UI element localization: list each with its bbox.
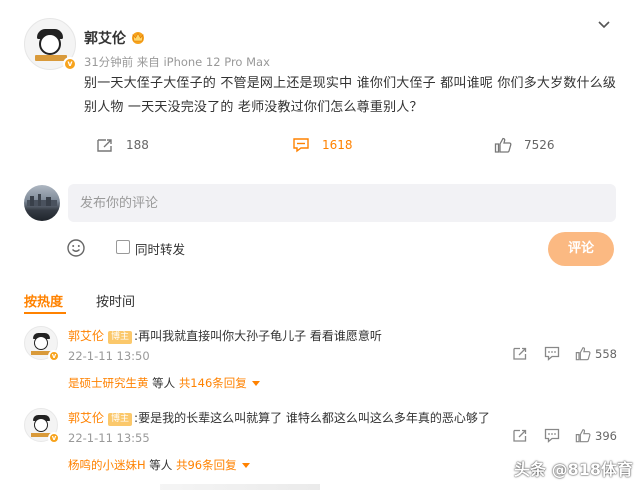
verified-badge-icon: v — [63, 57, 77, 71]
comment-like-count: 558 — [595, 346, 617, 361]
reply-total[interactable]: 共146条回复 — [179, 376, 247, 390]
active-tab-indicator — [24, 312, 66, 314]
post-text: 别一天大侄子大侄子的 不管是网上还是现实中 谁你们大侄子 都叫谁呢 你们多大岁数… — [84, 76, 617, 115]
comment-actions: 396 — [512, 428, 617, 443]
watermark: 头条 @818体育 — [514, 460, 633, 479]
comment-icon[interactable] — [544, 428, 560, 443]
reply-user[interactable]: 是硕士研究生黄 — [68, 376, 149, 390]
comment-avatar[interactable]: v — [24, 408, 60, 444]
comment-count: 1618 — [322, 138, 353, 152]
expand-caret-icon[interactable] — [241, 463, 250, 468]
chevron-down-icon[interactable] — [596, 16, 612, 32]
reply-user[interactable]: 杨鸣的小迷妹H — [68, 458, 146, 472]
like-count: 7526 — [524, 138, 555, 152]
thumbs-up-icon[interactable] — [575, 346, 591, 361]
like-button[interactable]: 7526 — [494, 134, 555, 156]
comment-button[interactable]: 1618 — [292, 134, 353, 156]
repost-count: 188 — [126, 138, 149, 152]
comment-icon — [293, 138, 309, 153]
thumbs-up-icon[interactable] — [575, 428, 591, 443]
tab-sort-time[interactable]: 按时间 — [96, 291, 135, 310]
repost-checkbox[interactable] — [116, 240, 130, 254]
vip-crown-icon — [132, 32, 144, 44]
comment-input[interactable] — [68, 184, 616, 222]
comment-icon[interactable] — [544, 346, 560, 361]
repost-button[interactable]: 188 — [96, 134, 149, 156]
tab-sort-hot[interactable]: 按热度 — [24, 291, 63, 310]
repost-checkbox-label[interactable]: 同时转发 — [135, 239, 185, 258]
post-meta: 31分钟前 来自 iPhone 12 Pro Max — [84, 55, 270, 69]
reply-mid-text: 等人 — [145, 458, 176, 472]
blogger-tag: 博主 — [108, 331, 133, 344]
comment-like-count: 396 — [595, 428, 617, 443]
submit-comment-button[interactable]: 评论 — [548, 232, 614, 266]
expand-caret-icon[interactable] — [251, 381, 260, 386]
post-author-name[interactable]: 郭艾伦 — [84, 28, 126, 48]
thumbs-up-icon — [494, 137, 512, 153]
current-user-avatar[interactable] — [24, 185, 60, 221]
comment-author[interactable]: 郭艾伦 — [68, 329, 104, 343]
reply-total[interactable]: 共96条回复 — [176, 458, 237, 472]
comment-text: :再叫我就直接叫你大孙子龟儿子 看看谁愿意听 — [134, 329, 382, 343]
reply-mid-text: 等人 — [148, 376, 179, 390]
verified-badge-icon: v — [48, 432, 60, 444]
emoji-icon[interactable] — [66, 238, 86, 258]
verified-badge-icon: v — [48, 350, 60, 362]
next-comment-peek — [160, 484, 320, 490]
blogger-tag: 博主 — [108, 413, 133, 426]
comment-text: :要是我的长辈这么叫就算了 谁特么都这么叫这么多年真的恶心够了 — [134, 411, 490, 425]
comment-body: 郭艾伦 博主:要是我的长辈这么叫就算了 谁特么都这么叫这么多年真的恶心够了 — [68, 409, 490, 426]
repost-icon[interactable] — [512, 346, 528, 361]
comment-body: 郭艾伦 博主:再叫我就直接叫你大孙子龟儿子 看看谁愿意听 — [68, 327, 382, 344]
comment-time: 22-1-11 13:55 — [68, 431, 150, 445]
comment-actions: 558 — [512, 346, 617, 361]
comment-author[interactable]: 郭艾伦 — [68, 411, 104, 425]
comment-avatar[interactable]: v — [24, 326, 60, 362]
repost-icon[interactable] — [512, 428, 528, 443]
repost-icon — [97, 139, 112, 152]
reply-summary[interactable]: 杨鸣的小迷妹H 等人 共96条回复 — [68, 457, 250, 473]
author-avatar[interactable]: v — [24, 18, 77, 71]
comment-time: 22-1-11 13:50 — [68, 349, 150, 363]
reply-summary[interactable]: 是硕士研究生黄 等人 共146条回复 — [68, 375, 260, 391]
